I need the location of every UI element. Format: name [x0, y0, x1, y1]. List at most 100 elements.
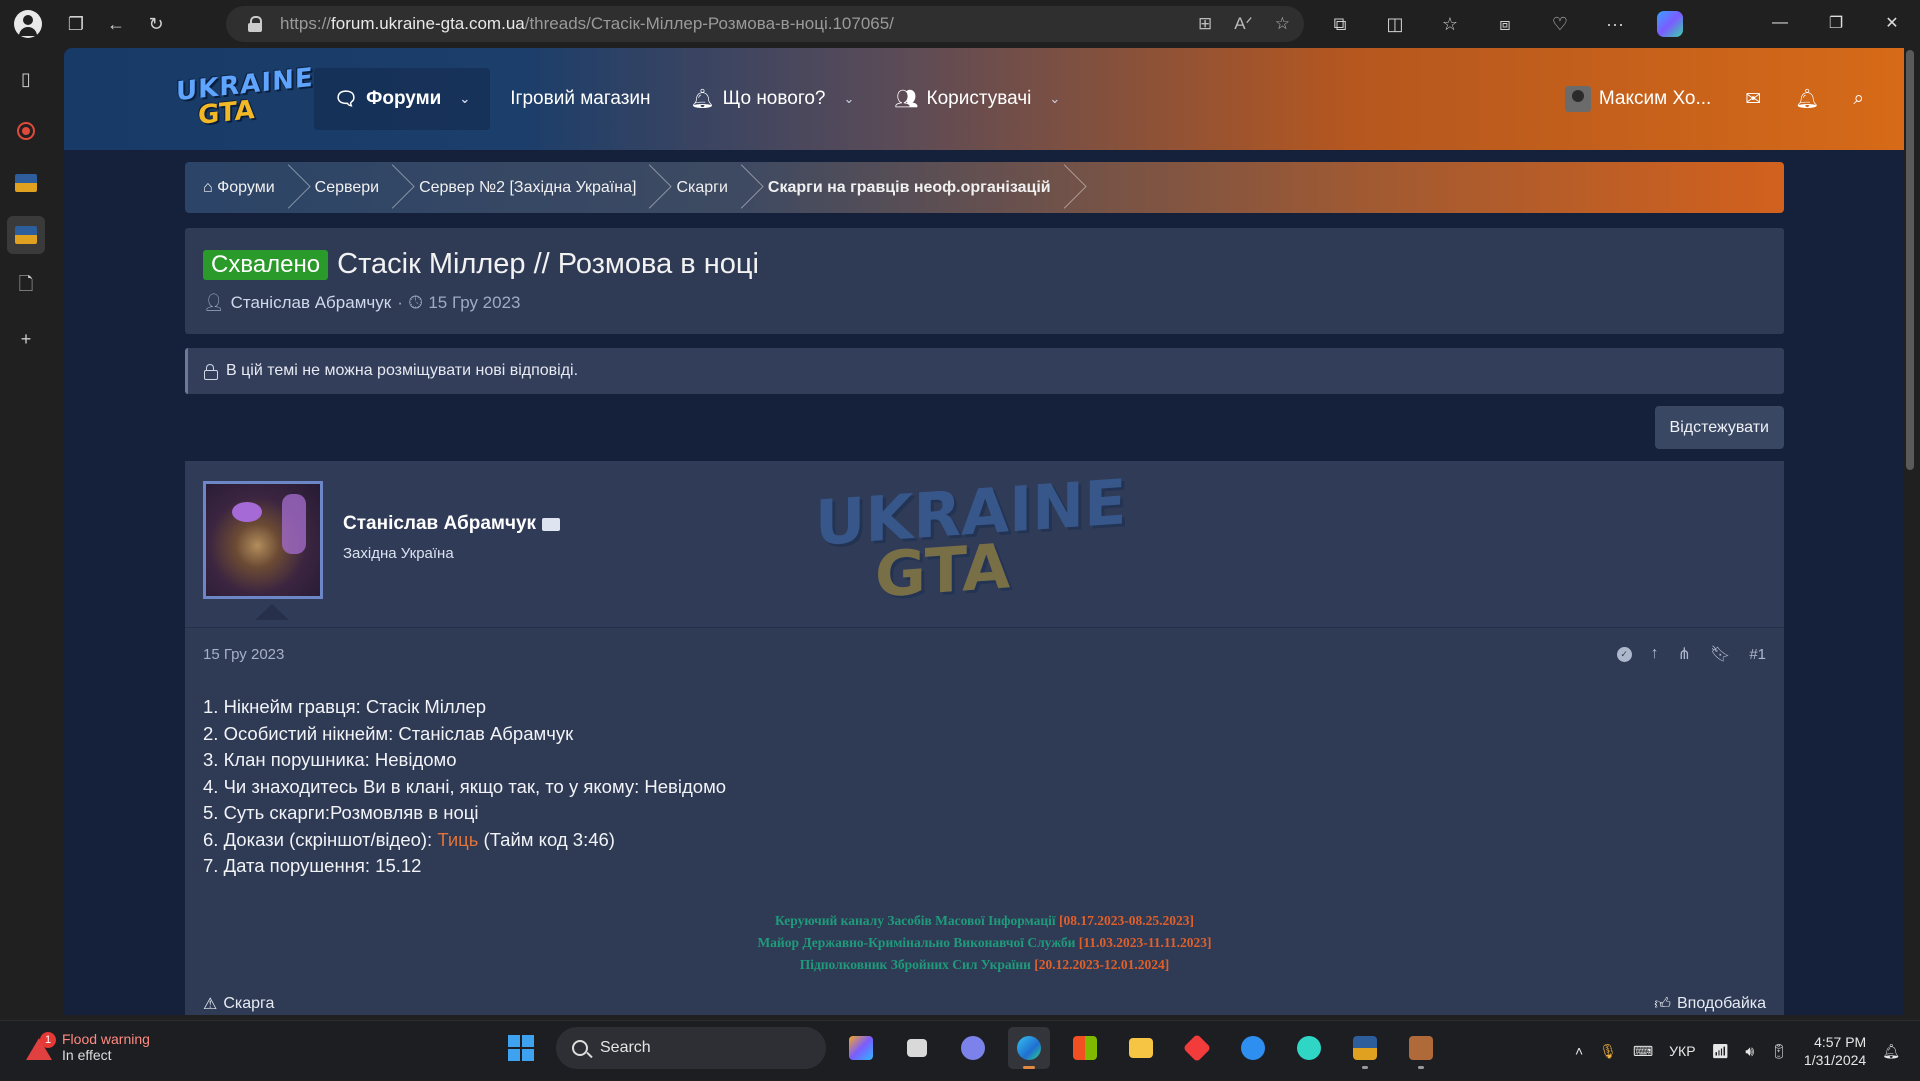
nav-forums[interactable]: 🗨 Форуми ⌄ — [314, 68, 491, 130]
user-title: Західна Україна — [343, 545, 454, 562]
report-button[interactable]: ⚠ Скарга — [203, 989, 274, 1015]
post-line: 3. Клан порушника: Невідомо — [203, 749, 457, 770]
keyboard-icon[interactable]: ⌨ — [1633, 1043, 1653, 1060]
microphone-icon[interactable]: 🎙︎ — [1599, 1043, 1617, 1060]
status-badge[interactable]: Схвалено — [203, 249, 329, 280]
users-icon: 👥︎ — [894, 89, 919, 110]
tab-actions-icon[interactable]: ❐ — [56, 4, 96, 44]
chevron-down-icon[interactable]: ⌄ — [1049, 91, 1060, 107]
url-text[interactable]: https://forum.ukraine-gta.com.ua/threads… — [280, 14, 894, 34]
app-teal-icon[interactable] — [1288, 1027, 1330, 1069]
breadcrumb-servers[interactable]: Сервери — [297, 162, 401, 213]
bookmark-icon[interactable]: 🔖︎ — [1710, 644, 1730, 664]
clock[interactable]: 4:57 PM 1/31/2024 — [1804, 1033, 1866, 1069]
game-launcher-icon[interactable] — [1344, 1027, 1386, 1069]
notification-bell-icon[interactable]: 🔔︎ — [1882, 1043, 1900, 1060]
home-icon: ⌂ — [203, 178, 218, 196]
language-indicator[interactable]: УКР — [1669, 1043, 1695, 1059]
evidence-link[interactable]: Тиць — [437, 829, 478, 850]
taskbar-search[interactable]: Search — [556, 1027, 826, 1069]
more-menu-icon[interactable]: ··· — [1595, 4, 1635, 44]
watch-button[interactable]: Відстежувати — [1654, 406, 1784, 449]
post-line: 4. Чи знаходитесь Ви в клані, якщо так, … — [203, 775, 727, 797]
restore-button[interactable]: ❐ — [1808, 0, 1864, 46]
favorite-star-icon[interactable]: ☆ — [1275, 14, 1290, 34]
copilot-app-icon[interactable] — [840, 1027, 882, 1069]
post-author[interactable]: Станіслав Абрамчук — [343, 513, 561, 535]
nav-whats-new[interactable]: 🔔︎ Що нового? ⌄ — [671, 68, 875, 130]
chevron-down-icon[interactable]: ⌄ — [843, 91, 854, 107]
breadcrumb-server-2[interactable]: Сервер №2 [Західна Україна] — [401, 162, 658, 213]
site-logo[interactable]: UKRAINE GTA — [176, 63, 314, 131]
breadcrumb: ⌂ Форуми Сервери Сервер №2 [Західна Укра… — [185, 162, 1784, 213]
post-line: 2. Особистий нікнейм: Станіслав Абрамчук — [203, 722, 574, 744]
breadcrumb-forums[interactable]: ⌂ Форуми — [185, 162, 297, 213]
close-button[interactable]: ✕ — [1864, 0, 1920, 46]
start-button[interactable] — [500, 1027, 542, 1069]
post-number[interactable]: #1 — [1749, 646, 1766, 663]
thumbs-up-icon: 👍︎ — [1654, 995, 1671, 1013]
lock-icon[interactable] — [248, 16, 262, 32]
copilot-icon[interactable] — [1650, 4, 1690, 44]
alerts-bell-icon[interactable]: 🔔︎ — [1795, 87, 1819, 111]
minimize-button[interactable]: — — [1752, 0, 1808, 46]
store-icon[interactable] — [1064, 1027, 1106, 1069]
post: Станіслав Абрамчук Західна Україна UKRAI… — [185, 461, 1784, 1015]
chat-app-icon[interactable] — [952, 1027, 994, 1069]
thread-author[interactable]: Станіслав Абрамчук — [231, 293, 392, 313]
extensions-icon[interactable]: ⧉ — [1320, 4, 1360, 44]
address-bar[interactable]: https://forum.ukraine-gta.com.ua/threads… — [226, 6, 1304, 42]
like-button[interactable]: 👍︎ Вподобайка — [1654, 989, 1766, 1015]
chevron-up-icon[interactable]: ˄ — [1575, 1043, 1583, 1059]
collections-icon[interactable]: ⧈ — [1485, 4, 1525, 44]
read-aloud-icon[interactable]: Aᐟ — [1234, 14, 1253, 34]
pinned-site-icon[interactable] — [7, 164, 45, 202]
chevron-down-icon[interactable]: ⌄ — [459, 91, 470, 107]
document-icon[interactable]: 🗋 — [7, 268, 45, 306]
locked-notice: В цій темі не можна розміщувати нові від… — [185, 348, 1784, 394]
comment-icon: 🗨 — [334, 89, 359, 110]
performance-icon[interactable]: ♡ — [1540, 4, 1580, 44]
refresh-icon[interactable]: ↻ — [136, 4, 176, 44]
record-icon[interactable] — [7, 112, 45, 150]
avatar[interactable] — [203, 481, 323, 599]
post-line: 6. Докази (скріншот/відео): Тиць (Тайм к… — [203, 828, 615, 850]
inbox-icon[interactable]: ✉ — [1745, 88, 1761, 111]
tab-panel-icon[interactable]: ▯ — [7, 60, 45, 98]
edge-browser-icon[interactable] — [1008, 1027, 1050, 1069]
split-screen-icon[interactable]: ◫ — [1375, 4, 1415, 44]
wifi-icon[interactable]: 📶︎ — [1712, 1043, 1730, 1060]
battery-icon[interactable]: 🔋︎ — [1770, 1043, 1788, 1060]
thread-date[interactable]: 15 Гру 2023 — [428, 293, 520, 313]
post-user-header: Станіслав Абрамчук Західна Україна UKRAI… — [185, 461, 1784, 628]
add-icon[interactable]: + — [7, 320, 45, 358]
task-view-icon[interactable] — [896, 1027, 938, 1069]
breadcrumb-current[interactable]: Скарги на гравців неоф.організацій — [750, 162, 1073, 213]
file-explorer-icon[interactable] — [1120, 1027, 1162, 1069]
post-date[interactable]: 15 Гру 2023 — [203, 646, 284, 663]
post-body: 1. Нікнейм гравця: Стасік Міллер 2. Особ… — [185, 680, 1784, 976]
account-menu[interactable]: Максим Хо... — [1564, 86, 1711, 112]
approve-icon[interactable]: ✓ — [1616, 646, 1632, 662]
favorites-icon[interactable]: ☆ — [1430, 4, 1470, 44]
breadcrumb-complaints[interactable]: Скарги — [658, 162, 749, 213]
signature: Керуючий каналу Засобів Масової Інформац… — [757, 912, 1212, 972]
arrow-up-icon[interactable]: ↑ — [1651, 645, 1659, 663]
nav-members[interactable]: 👥︎ Користувачі ⌄ — [874, 68, 1080, 130]
page-scrollbar[interactable] — [1906, 50, 1914, 470]
back-icon[interactable]: ← — [96, 4, 136, 44]
volume-icon[interactable]: 🔊︎ — [1745, 1043, 1754, 1060]
help-icon[interactable] — [1232, 1027, 1274, 1069]
apps-icon[interactable]: ⊞ — [1198, 14, 1212, 34]
watermark-logo: UKRAINE GTA — [815, 465, 1127, 612]
search-icon[interactable]: ⌕ — [1853, 88, 1864, 110]
pinned-site-active-icon[interactable] — [7, 216, 45, 254]
system-tray: ˄ 🎙︎ ⌨ УКР 📶︎ 🔊︎ 🔋︎ 4:57 PM 1/31/2024 🔔︎ — [1575, 1021, 1900, 1081]
nav-shop[interactable]: Ігровий магазин — [490, 68, 670, 130]
game-app-icon[interactable] — [1400, 1027, 1442, 1069]
app-red-icon[interactable] — [1176, 1027, 1218, 1069]
main-nav: 🗨 Форуми ⌄ Ігровий магазин 🔔︎ Що нового?… — [314, 68, 1080, 130]
profile-icon[interactable] — [14, 10, 42, 38]
weather-widget[interactable]: 1 Flood warning In effect — [24, 1031, 150, 1063]
share-icon[interactable]: ⋔ — [1678, 644, 1691, 664]
